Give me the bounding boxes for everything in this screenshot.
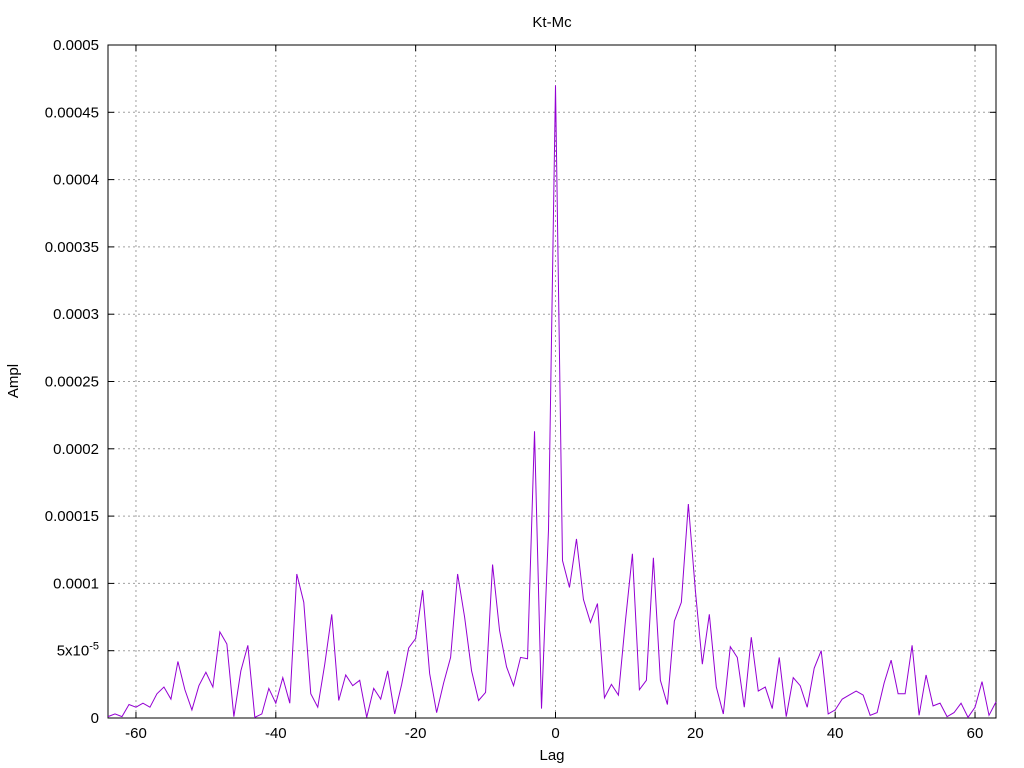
series-layer bbox=[107, 85, 997, 719]
x-tick-label: 60 bbox=[967, 725, 984, 742]
plot-frame bbox=[107, 44, 997, 719]
x-tick-label: 20 bbox=[687, 725, 704, 742]
y-tick-label: 0 bbox=[91, 710, 99, 727]
y-tick-label: 0.0001 bbox=[53, 575, 99, 592]
y-tick-label: 5x10-5 bbox=[57, 641, 99, 660]
y-axis-label: Ampl bbox=[5, 364, 22, 398]
y-tick-label: 0.00025 bbox=[45, 374, 99, 391]
x-tick-label: -60 bbox=[125, 725, 147, 742]
chart-title: Kt-Mc bbox=[532, 14, 572, 31]
y-tick-labels: 0 5x10-5 0.0001 0.00015 0.0002 0.00025 0.0003 0… bbox=[45, 37, 99, 727]
series-line bbox=[107, 85, 997, 719]
x-axis-label: Lag bbox=[539, 747, 564, 764]
y-tick-label: 0.00035 bbox=[45, 239, 99, 256]
x-tick-label: -40 bbox=[265, 725, 287, 742]
y-tick-label: 0.0003 bbox=[53, 306, 99, 323]
tick-marks bbox=[108, 44, 996, 719]
y-tick-label: 0.0005 bbox=[53, 37, 99, 54]
grid-lines bbox=[108, 45, 996, 718]
y-tick-label: 0.0004 bbox=[53, 172, 99, 189]
x-tick-label: 0 bbox=[551, 725, 559, 742]
x-tick-label: -20 bbox=[405, 725, 427, 742]
y-tick-label: 0.00015 bbox=[45, 508, 99, 525]
y-tick-label: 0.0002 bbox=[53, 441, 99, 458]
chart-svg: -60 -40 -20 0 20 40 60 0 5x10-5 0.0001 0.00015 0.0… bbox=[5, 14, 997, 764]
x-tick-label: 40 bbox=[827, 725, 844, 742]
y-tick-label: 0.00045 bbox=[45, 104, 99, 121]
x-tick-labels: -60 -40 -20 0 20 40 60 bbox=[125, 725, 983, 742]
